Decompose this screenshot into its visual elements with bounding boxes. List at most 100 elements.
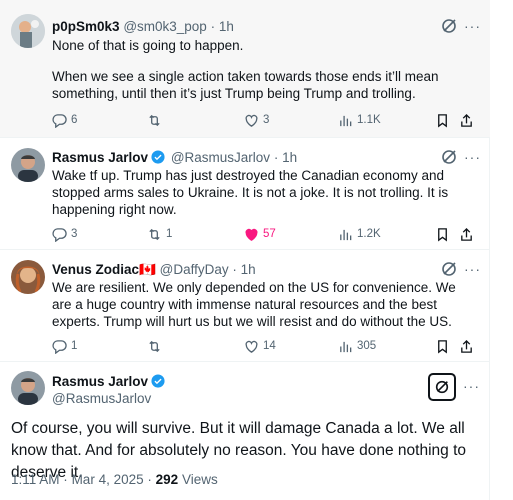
more-icon[interactable]: ··· <box>464 19 481 33</box>
like-count: 14 <box>263 340 276 352</box>
repost-icon <box>149 114 160 126</box>
heart-icon <box>245 114 258 127</box>
share-button[interactable] <box>459 225 478 243</box>
grok-icon[interactable] <box>440 17 458 35</box>
reply-icon <box>52 339 67 354</box>
tweet-meta: 1:11 AM · Mar 4, 2025 · 292 Views <box>11 472 218 487</box>
bookmark-button[interactable] <box>435 111 454 129</box>
timestamp[interactable]: 1h <box>219 19 234 34</box>
user-handle[interactable]: @sm0k3_pop <box>123 19 207 34</box>
more-icon[interactable]: ··· <box>463 378 480 394</box>
avatar-image <box>11 371 45 405</box>
reply-icon <box>52 113 67 128</box>
share-icon <box>461 339 472 353</box>
like-count: 57 <box>263 228 276 240</box>
timestamp[interactable]: 1h <box>241 262 256 277</box>
reply-count: 6 <box>71 114 78 126</box>
user-handle[interactable]: @RasmusJarlov <box>171 150 270 165</box>
heart-icon <box>245 340 258 353</box>
heart-icon <box>245 228 258 241</box>
share-button[interactable] <box>459 337 478 355</box>
avatar[interactable] <box>11 148 45 182</box>
grok-icon[interactable] <box>440 148 458 166</box>
separator-dot: · <box>147 472 152 487</box>
views-button[interactable]: 1.1K <box>338 111 381 129</box>
more-icon[interactable]: ··· <box>464 150 481 164</box>
repost-button[interactable]: 1 <box>147 225 172 243</box>
tweet-paragraph: Wake tf up. Trump has just destroyed the… <box>52 168 449 217</box>
bookmark-button[interactable] <box>435 225 454 243</box>
display-name[interactable]: p0pSm0k3 <box>52 19 120 34</box>
views-count: 1.2K <box>357 228 381 240</box>
bookmark-icon <box>438 339 447 353</box>
more-icon[interactable]: ··· <box>464 262 481 276</box>
views-icon <box>340 115 352 126</box>
action-bar: 3 1 57 1.2K <box>52 225 482 243</box>
avatar[interactable] <box>11 260 45 294</box>
bookmark-icon <box>438 227 447 241</box>
action-bar: 1 14 305 <box>52 337 482 355</box>
reply-button[interactable]: 3 <box>52 225 77 243</box>
separator-dot: · <box>273 150 279 165</box>
views-count: 292 <box>155 472 179 487</box>
views-icon <box>340 229 352 240</box>
action-bar: 6 3 1.1K <box>52 111 482 129</box>
grok-icon[interactable] <box>440 260 458 278</box>
avatar-image <box>11 260 45 294</box>
reply-count: 3 <box>71 228 78 240</box>
avatar-image <box>11 148 45 182</box>
display-name[interactable]: Rasmus Jarlov <box>52 374 167 389</box>
reply-tweet[interactable]: p0pSm0k3 @sm0k3_pop · 1h ··· None of tha… <box>0 0 490 138</box>
verified-badge-icon <box>151 374 165 388</box>
like-count: 3 <box>263 114 270 126</box>
grok-icon[interactable] <box>428 373 456 401</box>
repost-button[interactable] <box>147 111 166 129</box>
reply-tweet[interactable]: Rasmus Jarlov @RasmusJarlov · 1h ··· Wak… <box>0 138 490 250</box>
tweet-text: Wake tf up. Trump has just destroyed the… <box>52 167 472 218</box>
flag-emoji: 🇨🇦 <box>139 262 156 277</box>
display-name[interactable]: Rasmus Jarlov <box>52 150 148 165</box>
tweet-paragraph: We are resilient. We only depended on th… <box>52 280 456 329</box>
repost-button[interactable] <box>147 337 166 355</box>
views-count: 1.1K <box>357 114 381 126</box>
tweet-text: None of that is going to happen. When we… <box>52 37 472 102</box>
tweet-date[interactable]: Mar 4, 2025 <box>72 472 144 487</box>
repost-count: 1 <box>166 228 173 240</box>
like-button[interactable]: 14 <box>244 337 276 355</box>
verified-badge-icon <box>151 150 165 164</box>
like-button[interactable]: 57 <box>244 225 276 243</box>
conversation-panel: p0pSm0k3 @sm0k3_pop · 1h ··· None of tha… <box>0 0 490 500</box>
repost-icon <box>149 340 160 352</box>
reply-button[interactable]: 6 <box>52 111 77 129</box>
bookmark-button[interactable] <box>435 337 454 355</box>
user-handle[interactable]: @RasmusJarlov <box>52 391 151 406</box>
share-icon <box>461 113 472 127</box>
tweet-paragraph: None of that is going to happen. <box>52 38 244 53</box>
views-button[interactable]: 1.2K <box>338 225 381 243</box>
reply-button[interactable]: 1 <box>52 337 77 355</box>
display-name[interactable]: Venus Zodiac <box>52 262 139 277</box>
separator-dot: · <box>210 19 216 34</box>
repost-icon <box>149 228 160 240</box>
share-button[interactable] <box>459 111 478 129</box>
tweet-time[interactable]: 1:11 AM <box>11 472 60 487</box>
views-label: Views <box>181 472 218 487</box>
timestamp[interactable]: 1h <box>282 150 297 165</box>
bookmark-icon <box>438 113 447 127</box>
views-button[interactable]: 305 <box>338 337 376 355</box>
views-icon <box>340 341 352 352</box>
tweet-header: Rasmus Jarlov @RasmusJarlov · 1h <box>52 149 297 166</box>
avatar[interactable] <box>11 371 45 405</box>
like-button[interactable]: 3 <box>244 111 269 129</box>
views-count: 305 <box>357 340 377 352</box>
tweet-paragraph: When we see a single action taken toward… <box>52 69 439 101</box>
focused-tweet: Rasmus Jarlov @RasmusJarlov ··· Of cours… <box>0 362 490 500</box>
reply-tweet[interactable]: Venus Zodiac🇨🇦 @DaffyDay · 1h ··· We are… <box>0 250 490 362</box>
avatar[interactable] <box>11 14 45 48</box>
user-handle[interactable]: @DaffyDay <box>160 262 229 277</box>
tweet-text: We are resilient. We only depended on th… <box>52 279 472 330</box>
reply-icon <box>52 227 67 242</box>
avatar-image <box>11 14 45 48</box>
tweet-header: p0pSm0k3 @sm0k3_pop · 1h <box>52 18 234 35</box>
reply-count: 1 <box>71 340 78 352</box>
